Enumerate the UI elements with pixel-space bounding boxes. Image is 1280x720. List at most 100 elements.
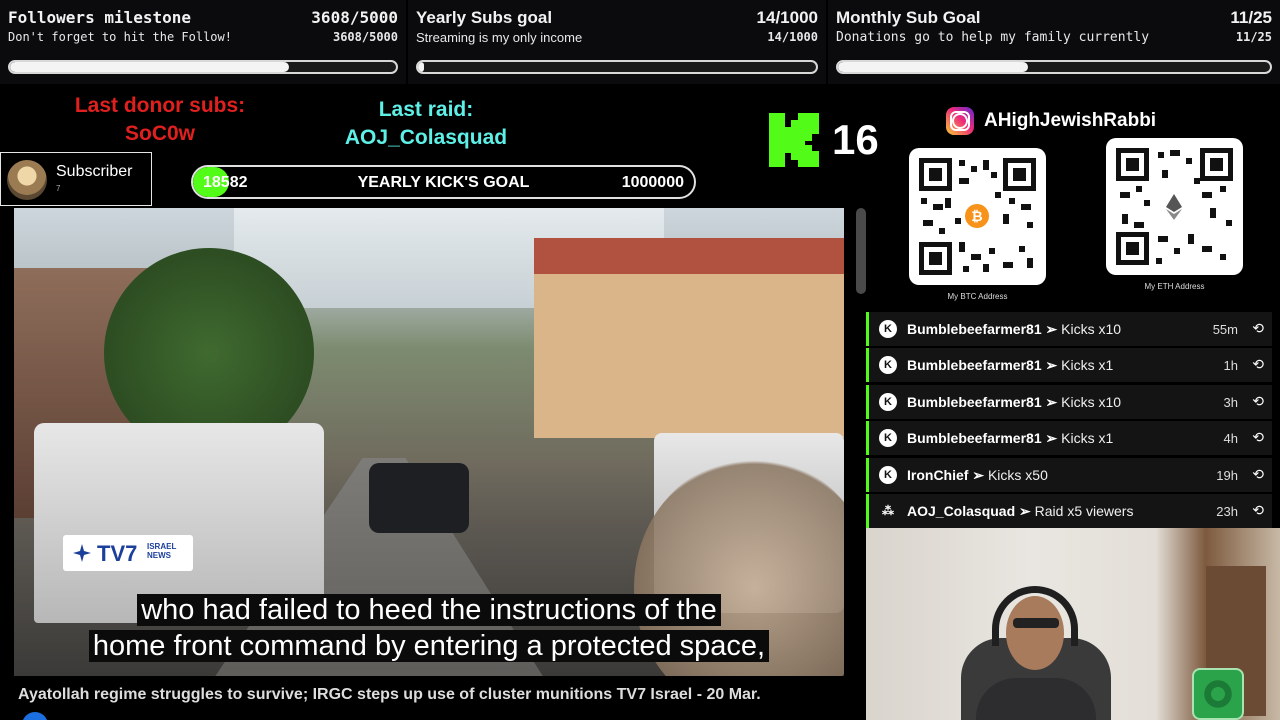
yearly-kick-goal-bar: YEARLY KICK'S GOAL 18582 1000000 xyxy=(191,165,696,199)
webcam-scene-streamer-body xyxy=(976,678,1096,720)
caption-text: home front command by entering a protect… xyxy=(88,630,770,662)
yearly-subs-goal-widget: Yearly Subs goal 14/1000 Streaming is my… xyxy=(408,0,826,84)
event-text: Bumblebeefarmer81 ➢ Kicks x10 xyxy=(907,393,1122,410)
last-donor-name: SoC0w xyxy=(124,122,195,145)
goal-subtitle: Don't forget to hit the Follow! xyxy=(8,30,232,44)
event-row: K IronChief ➢ Kicks x50 19h ⟲ xyxy=(866,457,1272,492)
svg-text:₿: ₿ xyxy=(971,208,982,224)
goal-progress-fill xyxy=(418,62,424,72)
event-time: 3h xyxy=(1223,394,1238,410)
event-time: 4h xyxy=(1223,431,1238,447)
eth-qr-code xyxy=(1106,138,1243,275)
event-user: Bumblebeefarmer81 xyxy=(907,321,1042,337)
event-user: Bumblebeefarmer81 xyxy=(907,430,1042,447)
video-scene-building xyxy=(534,238,844,438)
last-donor-label: Last donor subs: xyxy=(74,94,246,117)
kick-icon: K xyxy=(879,392,897,411)
viewer-count: 16 xyxy=(832,116,879,163)
replay-icon[interactable]: ⟲ xyxy=(1252,466,1264,483)
event-time: 1h xyxy=(1223,358,1238,374)
event-text: Bumblebeefarmer81 ➢ Kicks x1 xyxy=(907,430,1114,447)
last-raid-widget: Last raid: AOJ_Colasquad xyxy=(326,96,526,152)
replay-icon[interactable]: ⟲ xyxy=(1252,502,1264,519)
replay-icon[interactable]: ⟲ xyxy=(1252,356,1264,373)
kick-icon: K xyxy=(879,356,897,375)
event-row: K Bumblebeefarmer81 ➢ Kicks x10 3h ⟲ xyxy=(866,384,1272,419)
kick-icon: K xyxy=(879,429,897,448)
replay-icon[interactable]: ⟲ xyxy=(1252,320,1264,337)
channel-avatar[interactable] xyxy=(22,712,48,720)
event-user: Bumblebeefarmer81 xyxy=(907,393,1042,410)
goal-title: Yearly Subs goal xyxy=(416,8,553,27)
qr-pattern xyxy=(1116,148,1233,265)
goal-title: Monthly Sub Goal xyxy=(836,8,981,27)
goal-count: 11/25 xyxy=(1230,8,1272,27)
event-user: Bumblebeefarmer81 xyxy=(907,357,1042,374)
event-action: Kicks x1 xyxy=(1061,430,1114,447)
goal-count-small: 11/25 xyxy=(1235,30,1272,44)
replay-icon[interactable]: ⟲ xyxy=(1252,429,1264,446)
video-player[interactable]: TV7 ISRAEL NEWS who had failed to heed t… xyxy=(14,208,844,676)
goal-count-small: 3608/5000 xyxy=(332,30,398,44)
goal-subtitle: Streaming is my only income xyxy=(416,30,583,45)
btc-qr-code: ₿ xyxy=(909,148,1046,285)
kick-logo-icon xyxy=(769,113,819,167)
video-caption-line: who had failed to heed the instructions … xyxy=(14,594,844,627)
last-raid-name: AOJ_Colasquad xyxy=(344,126,508,149)
video-title[interactable]: Ayatollah regime struggles to survive; I… xyxy=(18,686,761,704)
webcam-scene-jar xyxy=(1192,668,1244,720)
subscriber-label: Subscriber xyxy=(56,163,133,180)
event-row: ⁂ AOJ_Colasquad ➢ Raid x5 viewers 23h ⟲ xyxy=(866,493,1272,528)
tv7-logo-subtext: ISRAEL NEWS xyxy=(147,542,177,560)
btc-address-label: My BTC Address xyxy=(947,292,1008,301)
video-scene-car xyxy=(369,463,469,533)
subscriber-avatar xyxy=(7,160,47,200)
goal-progress-bar xyxy=(836,60,1272,74)
event-action: Kicks x10 xyxy=(1061,321,1122,337)
last-raid-label: Last raid: xyxy=(378,98,474,121)
webcam-scene-glasses xyxy=(1013,618,1059,628)
tv7-logo-text: TV7 xyxy=(97,541,138,566)
event-text: AOJ_Colasquad ➢ Raid x5 viewers xyxy=(907,502,1134,519)
tv7-news-logo: TV7 ISRAEL NEWS xyxy=(63,535,193,571)
qr-pattern: ₿ xyxy=(919,158,1036,275)
event-row: K Bumblebeefarmer81 ➢ Kicks x10 55m ⟲ xyxy=(866,312,1272,346)
eth-address-label: My ETH Address xyxy=(1144,282,1205,291)
video-caption-line: home front command by entering a protect… xyxy=(14,630,844,663)
event-text: IronChief ➢ Kicks x50 xyxy=(907,466,1048,483)
event-row: K Bumblebeefarmer81 ➢ Kicks x1 1h ⟲ xyxy=(866,348,1272,383)
event-action: Kicks x50 xyxy=(987,466,1048,483)
monthly-sub-goal-widget: Monthly Sub Goal 11/25 Donations go to h… xyxy=(828,0,1280,84)
goal-progress-fill xyxy=(838,62,1029,72)
event-text: Bumblebeefarmer81 ➢ Kicks x10 xyxy=(907,321,1122,337)
goal-title: Followers milestone xyxy=(8,8,192,27)
replay-icon[interactable]: ⟲ xyxy=(1252,393,1264,410)
instagram-icon xyxy=(946,107,974,135)
tv7-emblem-icon xyxy=(73,544,91,562)
last-donor-widget: Last donor subs: SoC0w xyxy=(40,92,280,148)
event-action: Kicks x10 xyxy=(1061,393,1122,410)
scrollbar-thumb[interactable] xyxy=(856,208,866,294)
goal-count-small: 14/1000 xyxy=(767,30,818,44)
event-text: Bumblebeefarmer81 ➢ Kicks x1 xyxy=(907,357,1114,374)
goal-progress-bar xyxy=(8,60,398,74)
kick-goal-target: 1000000 xyxy=(621,174,684,191)
kick-icon: K xyxy=(879,465,897,484)
followers-goal-widget: Followers milestone 3608/5000 Don't forg… xyxy=(0,0,406,84)
goal-progress-bar xyxy=(416,60,818,74)
instagram-username: AHighJewishRabbi xyxy=(984,110,1157,131)
kick-icon: K xyxy=(879,320,897,338)
event-time: 55m xyxy=(1212,322,1238,337)
event-row: K Bumblebeefarmer81 ➢ Kicks x1 4h ⟲ xyxy=(866,421,1272,456)
event-time: 23h xyxy=(1216,503,1238,519)
headphones-icon xyxy=(992,586,1078,646)
raid-icon: ⁂ xyxy=(882,503,894,518)
goal-subtitle: Donations go to help my family currently xyxy=(836,30,1150,45)
goal-count: 3608/5000 xyxy=(311,8,398,27)
event-time: 19h xyxy=(1216,467,1238,483)
kick-goal-current: 18582 xyxy=(203,174,248,191)
event-user: IronChief xyxy=(907,466,969,483)
caption-text: who had failed to heed the instructions … xyxy=(137,594,721,626)
event-action: Kicks x1 xyxy=(1061,357,1114,374)
subscriber-badge: Subscriber 7 xyxy=(0,152,152,206)
